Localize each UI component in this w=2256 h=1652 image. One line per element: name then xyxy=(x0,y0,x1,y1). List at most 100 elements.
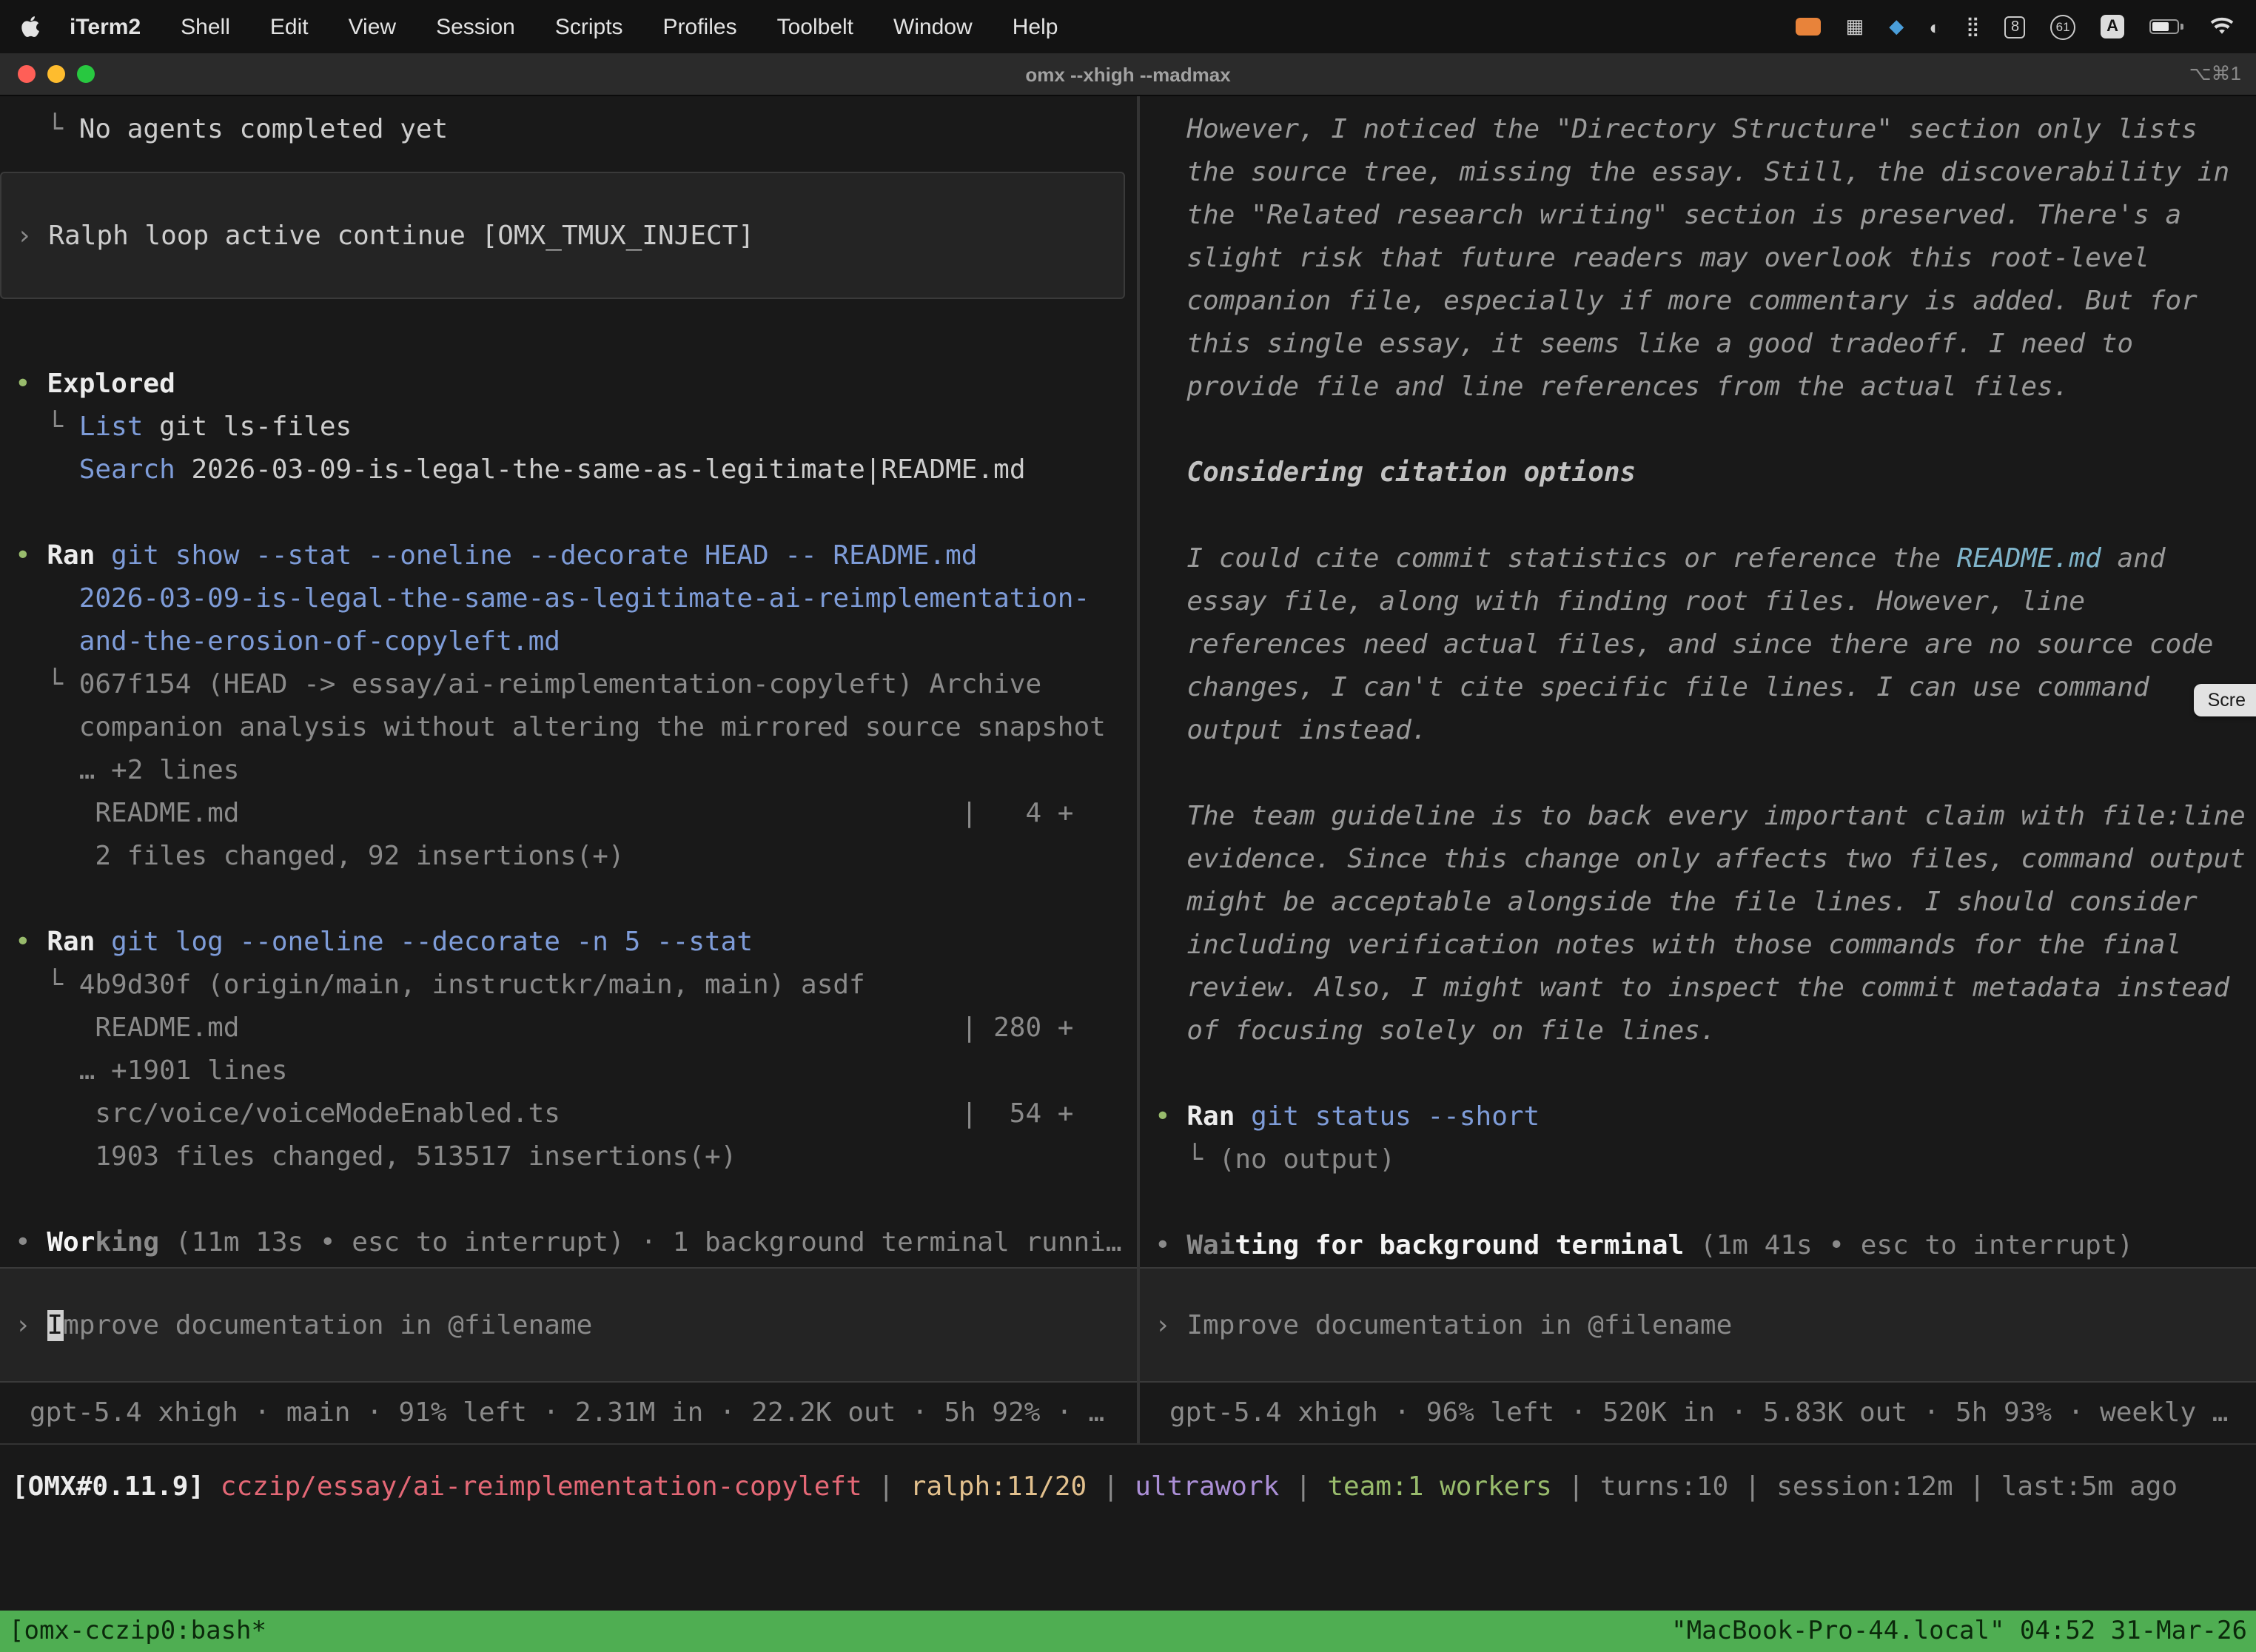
left-pane-top-lines: └ No agents completed yet xyxy=(0,108,1137,151)
ralph-loop-inject-box: › Ralph loop active continue [OMX_TMUX_I… xyxy=(0,172,1125,299)
text-segment: git status --short xyxy=(1235,1101,1540,1132)
terminal-line: • Ran git log --oneline --decorate -n 5 … xyxy=(15,921,1137,964)
terminal-line: might be acceptable alongside the file l… xyxy=(1155,881,2256,924)
terminal-line: output instead. xyxy=(1155,709,2256,752)
text-segment: companion file, especially if more comme… xyxy=(1155,286,2198,317)
terminal-line: evidence. Since this change only affects… xyxy=(1155,838,2256,881)
terminal-line xyxy=(1155,494,2256,537)
text-segment: git show --stat --oneline --decorate HEA… xyxy=(95,540,977,571)
zoom-button[interactable] xyxy=(77,65,95,83)
text-segment: Wai xyxy=(1186,1230,1235,1261)
text-segment: However, I noticed the "Directory Struct… xyxy=(1155,114,2198,145)
right-pane-scrollback[interactable]: However, I noticed the "Directory Struct… xyxy=(1140,96,2256,1267)
text-segment: src/voice/voiceModeEnabled.ts | 54 + xyxy=(15,1098,1074,1129)
menu-item-session[interactable]: Session xyxy=(436,14,515,39)
menu-item-help[interactable]: Help xyxy=(1013,14,1058,39)
text-segment: 2026-03-09-is-legal-the-same-as-legitima… xyxy=(15,583,1090,614)
terminal-line: Search 2026-03-09-is-legal-the-same-as-l… xyxy=(15,449,1137,491)
battery-percent-icon[interactable]: 61 xyxy=(2050,14,2075,39)
contrast-icon[interactable]: ◐ xyxy=(1929,16,1941,38)
terminal-line: • Working (11m 13s • esc to interrupt) ·… xyxy=(15,1221,1137,1264)
text-segment: … +2 lines xyxy=(15,755,239,786)
grid-icon[interactable]: ▦ xyxy=(1846,15,1864,38)
text-segment: including verification notes with those … xyxy=(1155,930,2181,961)
text-segment: › xyxy=(15,1309,47,1340)
menu-item-scripts[interactable]: Scripts xyxy=(555,14,623,39)
terminal-line: src/voice/voiceModeEnabled.ts | 54 + xyxy=(15,1092,1137,1135)
text-segment: provide file and line references from th… xyxy=(1155,372,2069,403)
terminal-line: the "Related research writing" section i… xyxy=(1155,194,2256,237)
text-segment: Search xyxy=(79,454,175,486)
menu-item-view[interactable]: View xyxy=(349,14,397,39)
wifi-icon[interactable] xyxy=(2209,16,2235,37)
terminal-line xyxy=(1155,1181,2256,1224)
dots-grid-icon[interactable]: ⣿ xyxy=(1966,15,1980,38)
text-segment: • xyxy=(15,540,47,571)
terminal-line: 2 files changed, 92 insertions(+) xyxy=(15,835,1137,878)
terminal-line: companion file, especially if more comme… xyxy=(1155,280,2256,323)
menu-item-profiles[interactable]: Profiles xyxy=(663,14,737,39)
tmux-host-clock-label: "MacBook-Pro-44.local" 04:52 31-Mar-26 xyxy=(1671,1616,2247,1646)
terminal-line: the source tree, missing the essay. Stil… xyxy=(1155,151,2256,194)
apple-menu[interactable] xyxy=(21,15,40,38)
terminal-line: provide file and line references from th… xyxy=(1155,366,2256,409)
right-prompt-input[interactable]: › Improve documentation in @filename xyxy=(1140,1267,2256,1383)
menu-item-toolbelt[interactable]: Toolbelt xyxy=(777,14,853,39)
keypad-8-icon[interactable]: 8 xyxy=(2005,16,2025,38)
menu-item-shell[interactable]: Shell xyxy=(181,14,230,39)
text-segment: 2 files changed, 92 insertions(+) xyxy=(15,841,625,872)
text-segment: gpt-5.4 xhigh · main · 91% left · 2.31M … xyxy=(30,1397,1104,1428)
input-source-icon[interactable]: A xyxy=(2101,15,2124,38)
text-segment: README.md xyxy=(1957,543,2101,574)
left-pane-status-line: gpt-5.4 xhigh · main · 91% left · 2.31M … xyxy=(0,1383,1137,1443)
terminal-line: • Waiting for background terminal (1m 41… xyxy=(1155,1224,2256,1267)
window-title-bar[interactable]: omx --xhigh --madmax ⌥⌘1 xyxy=(0,53,2256,96)
window-title: omx --xhigh --madmax xyxy=(1025,63,1230,85)
left-pane-scrollback[interactable]: └ No agents completed yet › Ralph loop a… xyxy=(0,96,1137,1267)
terminal-line: this single essay, it seems like a good … xyxy=(1155,323,2256,366)
right-pane-status-line: gpt-5.4 xhigh · 96% left · 520K in · 5.8… xyxy=(1140,1383,2256,1443)
text-segment: might be acceptable alongside the file l… xyxy=(1155,887,2198,918)
screen-edge-overlay[interactable]: Scre xyxy=(2195,684,2256,716)
text-segment: evidence. Since this change only affects… xyxy=(1155,844,2246,875)
terminal-line: references need actual files, and since … xyxy=(1155,623,2256,666)
menu-item-window[interactable]: Window xyxy=(893,14,973,39)
screen-recording-indicator[interactable] xyxy=(1796,18,1821,36)
terminal-line: slight risk that future readers may over… xyxy=(1155,237,2256,280)
left-prompt-input[interactable]: › Improve documentation in @filename xyxy=(0,1267,1137,1383)
text-segment: the "Related research writing" section i… xyxy=(1155,200,2181,231)
terminal-line: README.md | 4 + xyxy=(15,792,1137,835)
text-segment: Ran xyxy=(47,927,95,958)
blue-diamond-icon[interactable]: ◆ xyxy=(1889,15,1904,38)
terminal-line xyxy=(15,491,1137,534)
terminal-line: └ 067f154 (HEAD -> essay/ai-reimplementa… xyxy=(15,663,1137,706)
terminal-line: The team guideline is to back every impo… xyxy=(1155,795,2256,838)
terminal-line: └ (no output) xyxy=(1155,1138,2256,1181)
terminal-line: 2026-03-09-is-legal-the-same-as-legitima… xyxy=(15,577,1137,620)
menu-item-edit[interactable]: Edit xyxy=(270,14,309,39)
text-segment: README.md | 4 + xyxy=(15,798,1074,829)
text-segment: I could cite commit statistics or refere… xyxy=(1155,543,1957,574)
terminal-line: └ List git ls-files xyxy=(15,406,1137,449)
text-segment: Ran xyxy=(47,540,95,571)
text-segment: team:1 workers xyxy=(1327,1471,1551,1502)
menu-item-iterm2[interactable]: iTerm2 xyxy=(70,14,141,39)
text-segment: mprove documentation in @filename xyxy=(63,1309,592,1340)
text-segment: • xyxy=(1155,1101,1186,1132)
close-button[interactable] xyxy=(18,65,36,83)
text-segment: › xyxy=(16,220,48,251)
minimize-button[interactable] xyxy=(47,65,65,83)
terminal-line xyxy=(1155,409,2256,451)
text-segment: [omx-cczip0:bash* xyxy=(9,1616,266,1646)
text-segment: The team guideline is to back every impo… xyxy=(1155,801,2246,832)
terminal-line: Considering citation options xyxy=(1155,451,2256,494)
tmux-session-label: [omx-cczip0:bash* xyxy=(9,1616,266,1646)
text-segment: and xyxy=(2101,543,2166,574)
apple-icon xyxy=(21,15,40,38)
right-pane: However, I noticed the "Directory Struct… xyxy=(1140,96,2256,1443)
text-segment: List xyxy=(79,412,144,443)
text-segment: └ 4b9d30f (origin/main, instructkr/main,… xyxy=(15,970,865,1001)
text-segment: references need actual files, and since … xyxy=(1155,629,2214,660)
battery-icon[interactable] xyxy=(2149,19,2183,34)
text-segment: • xyxy=(1155,1230,1186,1261)
